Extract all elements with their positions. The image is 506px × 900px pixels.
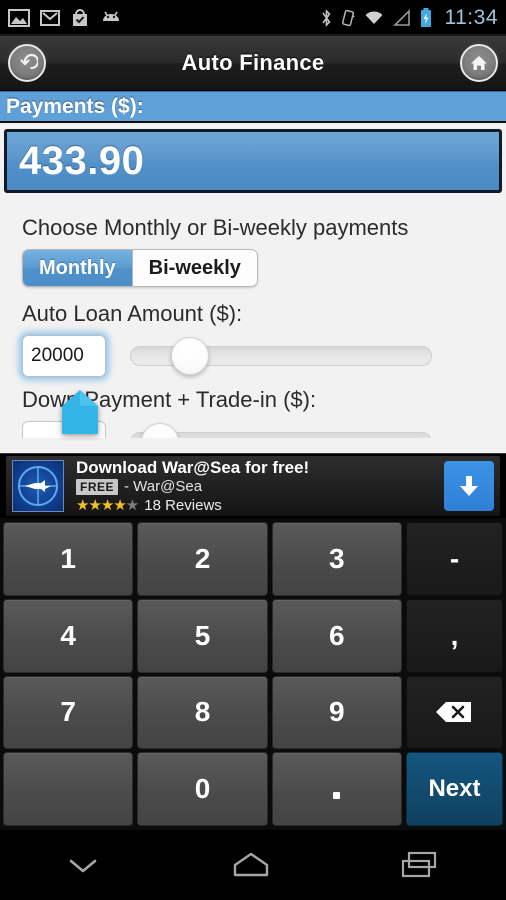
ad-rating-row: ★★★★★ 18 Reviews [76, 496, 444, 515]
key-2[interactable]: 2 [137, 522, 268, 596]
keyboard-row-1: 1 2 3 - [3, 522, 503, 596]
key-3[interactable]: 3 [271, 522, 402, 596]
key-4[interactable]: 4 [3, 598, 134, 673]
payments-section-header: Payments ($): [0, 91, 506, 123]
key-comma[interactable]: , [405, 598, 503, 673]
download-arrow-icon [460, 476, 478, 496]
ad-download-button[interactable] [444, 461, 494, 511]
phone-screen: 11:34 Auto Finance Payments ($): 433.90 … [0, 0, 506, 900]
ad-banner[interactable]: Download War@Sea for free! FREE - War@Se… [0, 453, 506, 518]
loan-amount-row [0, 331, 506, 377]
loan-amount-slider[interactable] [130, 335, 432, 377]
hide-keyboard-chevron-icon[interactable] [59, 850, 107, 880]
key-period[interactable] [271, 752, 402, 826]
loan-amount-input[interactable] [22, 335, 106, 377]
ad-title: Download War@Sea for free! [76, 457, 310, 477]
page-title: Auto Finance [181, 50, 325, 75]
backspace-icon [436, 702, 472, 723]
key-minus[interactable]: - [405, 522, 503, 596]
payments-header-label: Payments ($): [6, 94, 144, 118]
key-next[interactable]: Next [405, 752, 503, 826]
app-title-bar: Auto Finance [0, 36, 506, 91]
ad-review-count: 18 Reviews [144, 496, 222, 514]
key-7[interactable]: 7 [3, 675, 134, 750]
payments-result-wrap: 433.90 [0, 123, 506, 201]
key-6[interactable]: 6 [271, 598, 402, 673]
key-8[interactable]: 8 [137, 675, 268, 750]
ad-free-badge: FREE [76, 478, 119, 495]
key-9[interactable]: 9 [271, 675, 402, 750]
ad-banner-inner[interactable]: Download War@Sea for free! FREE - War@Se… [6, 456, 500, 516]
keyboard-row-2: 4 5 6 , [3, 598, 503, 673]
gmail-icon [40, 10, 60, 26]
bluetooth-icon [321, 9, 331, 27]
status-bar-system-icons: 11:34 [320, 6, 499, 30]
android-icon [103, 11, 119, 21]
payments-result-value: 433.90 [19, 138, 145, 183]
signal-icon [392, 9, 410, 26]
status-bar-notification-icons [8, 8, 123, 28]
slider-thumb[interactable] [171, 337, 210, 375]
status-bar-clock: 11:34 [444, 6, 498, 29]
status-bar: 11:34 [0, 0, 506, 36]
battery-charging-icon [420, 8, 431, 27]
keyboard-row-4: 0 Next [3, 752, 503, 826]
loan-amount-label: Auto Loan Amount ($): [22, 301, 243, 326]
recents-icon[interactable] [395, 848, 447, 882]
key-1[interactable]: 1 [3, 522, 134, 596]
payment-frequency-toggle[interactable]: Monthly Bi-weekly [22, 249, 258, 287]
frequency-option-biweekly[interactable]: Bi-weekly [132, 250, 257, 286]
key-5[interactable]: 5 [137, 598, 268, 673]
home-icon [460, 44, 498, 82]
warship-periscope-icon [12, 460, 64, 512]
home-button[interactable] [460, 44, 498, 82]
key-space[interactable] [3, 752, 134, 826]
keyboard-row-3: 7 8 9 [3, 675, 503, 750]
play-store-icon [73, 9, 87, 26]
home-pentagon-icon[interactable] [225, 848, 277, 882]
ad-star-rating: ★★★★★ [76, 497, 139, 515]
back-arrow-icon [8, 44, 46, 82]
payments-result-box: 433.90 [4, 129, 502, 193]
back-button[interactable] [8, 44, 46, 82]
frequency-option-monthly[interactable]: Monthly [23, 250, 133, 286]
text-selection-handle[interactable] [60, 388, 100, 436]
dot-icon [333, 791, 341, 799]
vibrate-icon [341, 9, 355, 27]
slider-thumb[interactable] [141, 423, 180, 438]
numeric-keyboard[interactable]: 1 2 3 - 4 5 6 , 7 8 9 0 Next [0, 518, 506, 830]
key-backspace[interactable] [405, 675, 503, 750]
image-icon [8, 9, 30, 27]
ad-text-block: Download War@Sea for free! FREE - War@Se… [76, 457, 444, 515]
key-0[interactable]: 0 [137, 752, 268, 826]
down-payment-slider[interactable] [130, 421, 432, 438]
frequency-label: Choose Monthly or Bi-weekly payments [22, 215, 409, 240]
system-navigation-bar [0, 830, 506, 900]
ad-publisher: - War@Sea [124, 478, 203, 496]
wifi-icon [365, 11, 382, 24]
ad-subline: FREE - War@Sea [76, 478, 444, 495]
